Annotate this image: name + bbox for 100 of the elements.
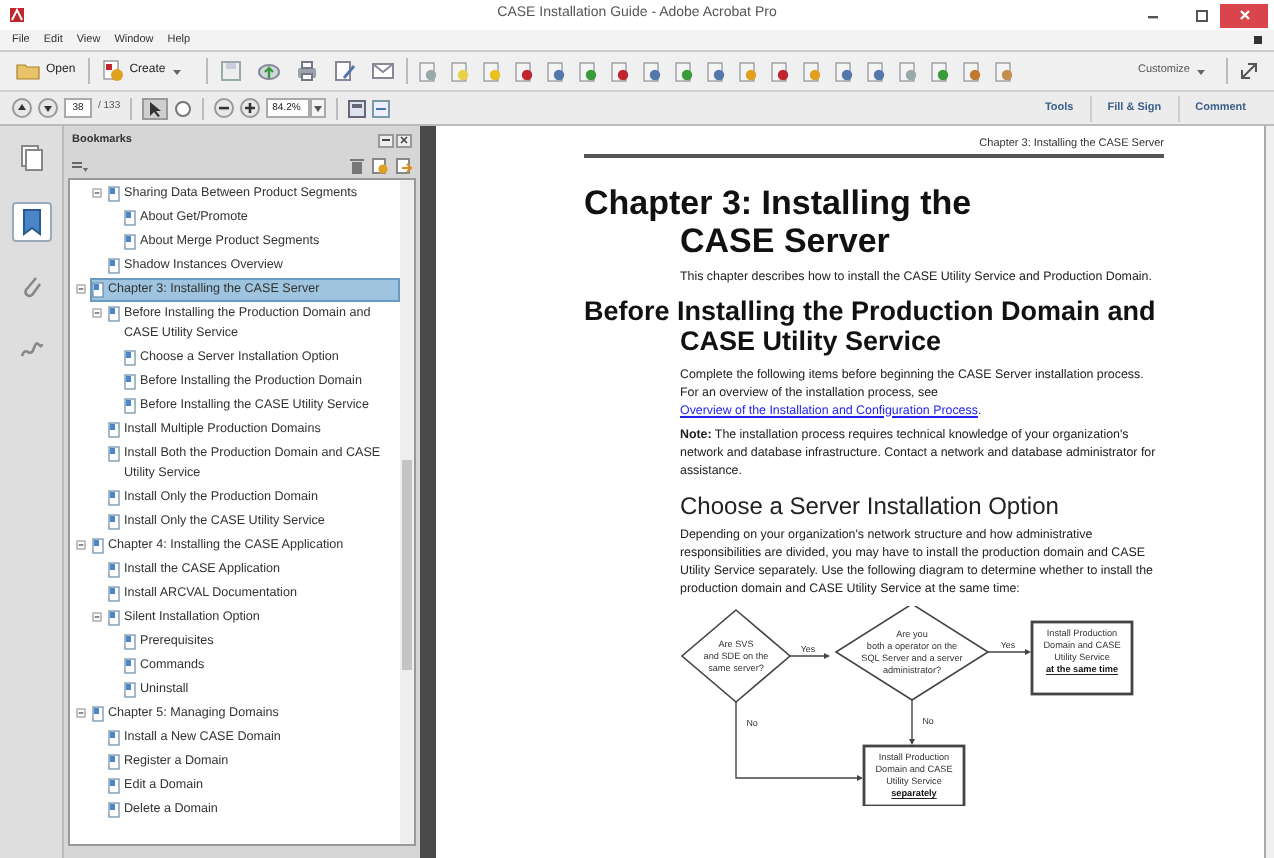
bookmark-icon — [108, 186, 120, 202]
close-icon — [1239, 10, 1249, 20]
toolbar-button[interactable] — [991, 61, 1016, 81]
toolbar-button[interactable] — [367, 60, 398, 82]
fit-page-icon — [348, 99, 367, 117]
toolbar-button[interactable] — [767, 61, 792, 81]
previous-page-button[interactable] — [12, 98, 32, 118]
document-tool-icon — [961, 61, 982, 81]
chapter-title: Chapter 3: Installing the CASE Server — [584, 183, 974, 259]
bookmark-icon — [124, 398, 136, 414]
toolbar-button[interactable] — [959, 61, 984, 81]
arrow-down-icon — [38, 98, 58, 118]
connector-arrow — [735, 700, 863, 780]
bookmark-icon — [124, 234, 136, 250]
bookmark-icon — [108, 258, 120, 274]
document-tool-icon — [833, 61, 854, 81]
bookmark-icon — [108, 422, 120, 438]
collapse-icon[interactable] — [92, 308, 102, 318]
connector-arrow — [789, 652, 830, 658]
toolbar-button[interactable] — [863, 61, 888, 81]
minus-icon — [382, 136, 390, 144]
toolbar-button[interactable] — [607, 61, 632, 81]
document-tool-icon — [417, 61, 438, 81]
document-tool-icon — [513, 61, 534, 81]
document-tool-icon — [865, 61, 886, 81]
expand-icon — [1240, 62, 1258, 80]
document-tool-icon — [705, 61, 726, 81]
minus-icon — [214, 98, 235, 118]
bookmark-add-icon — [372, 158, 388, 174]
new-bookmark-button[interactable] — [372, 158, 388, 174]
minimize-panel-button[interactable] — [378, 133, 394, 147]
toolbar-button[interactable] — [927, 61, 952, 81]
bookmark-icon — [108, 610, 120, 626]
collapse-icon[interactable] — [92, 612, 102, 622]
bookmark-icon — [108, 514, 120, 530]
cursor-icon — [146, 99, 165, 117]
expand-button[interactable] — [1236, 62, 1262, 80]
bookmark-icon — [108, 446, 120, 462]
collapse-icon[interactable] — [76, 540, 86, 550]
trash-icon — [350, 158, 364, 174]
toolbar-button[interactable] — [575, 61, 600, 81]
options-button[interactable] — [72, 159, 88, 173]
close-button[interactable] — [1220, 3, 1268, 27]
collapse-icon[interactable] — [76, 708, 86, 718]
app-icon — [8, 6, 26, 24]
fit-width-button[interactable] — [372, 99, 391, 117]
toolbar-button[interactable] — [511, 61, 536, 81]
toolbar-button[interactable] — [639, 61, 664, 81]
caret-icon — [1196, 67, 1206, 75]
bookmark-icon — [92, 538, 104, 554]
delete-bookmark-button[interactable] — [350, 158, 364, 174]
toolbar-button[interactable] — [329, 60, 360, 82]
restore-icon — [1196, 9, 1208, 21]
connector-arrow — [987, 648, 1031, 654]
document-tool-icon — [577, 61, 598, 81]
toolbar-button[interactable] — [543, 61, 568, 81]
close-panel-button[interactable] — [396, 133, 412, 147]
caret-icon — [171, 67, 182, 75]
caret-icon — [314, 105, 323, 111]
toolbar-button[interactable] — [671, 61, 696, 81]
bookmark-icon — [108, 586, 120, 602]
bookmark-icon — [108, 778, 120, 794]
collapse-icon[interactable] — [92, 188, 102, 198]
document-tool-icon — [673, 61, 694, 81]
mail-icon — [371, 60, 394, 82]
toolbar-button[interactable] — [253, 60, 284, 82]
select-tool-button[interactable] — [142, 97, 169, 119]
document-tool-icon — [449, 61, 470, 81]
document-tool-icon — [609, 61, 630, 81]
close-icon — [400, 136, 408, 144]
bookmark-expand-icon — [396, 158, 412, 174]
minimize-icon — [1148, 10, 1158, 20]
fit-page-button[interactable] — [348, 99, 367, 117]
toolbar-button[interactable] — [831, 61, 856, 81]
section-heading: Before Installing the Production Domain and CASE Utility Service — [584, 295, 1158, 357]
toolbar-button[interactable] — [703, 61, 728, 81]
side-tab[interactable] — [11, 202, 51, 242]
zoom-in-button[interactable] — [240, 98, 261, 118]
scrollbar[interactable] — [1264, 126, 1274, 858]
folder-icon — [16, 62, 40, 80]
next-page-button[interactable] — [38, 98, 58, 118]
document-tool-icon — [737, 61, 758, 81]
fit-width-icon — [372, 99, 391, 117]
document-tool-icon — [897, 61, 918, 81]
connector-arrow — [909, 698, 915, 744]
bookmark-icon — [124, 682, 136, 698]
bookmark-icon — [108, 730, 120, 746]
bookmark-icon — [92, 706, 104, 722]
scrollbar[interactable] — [400, 180, 414, 844]
collapse-icon[interactable] — [76, 284, 86, 294]
bookmark-icon — [108, 562, 120, 578]
document-tool-icon — [481, 61, 502, 81]
save-icon — [219, 60, 242, 82]
bookmark-icon — [17, 208, 45, 236]
arrow-up-icon — [12, 98, 32, 118]
zoom-out-button[interactable] — [214, 98, 235, 118]
document-tool-icon — [545, 61, 566, 81]
zoom-dropdown-button[interactable] — [310, 98, 327, 118]
expand-bookmark-button[interactable] — [396, 158, 412, 174]
cloud-upload-icon — [257, 60, 280, 82]
